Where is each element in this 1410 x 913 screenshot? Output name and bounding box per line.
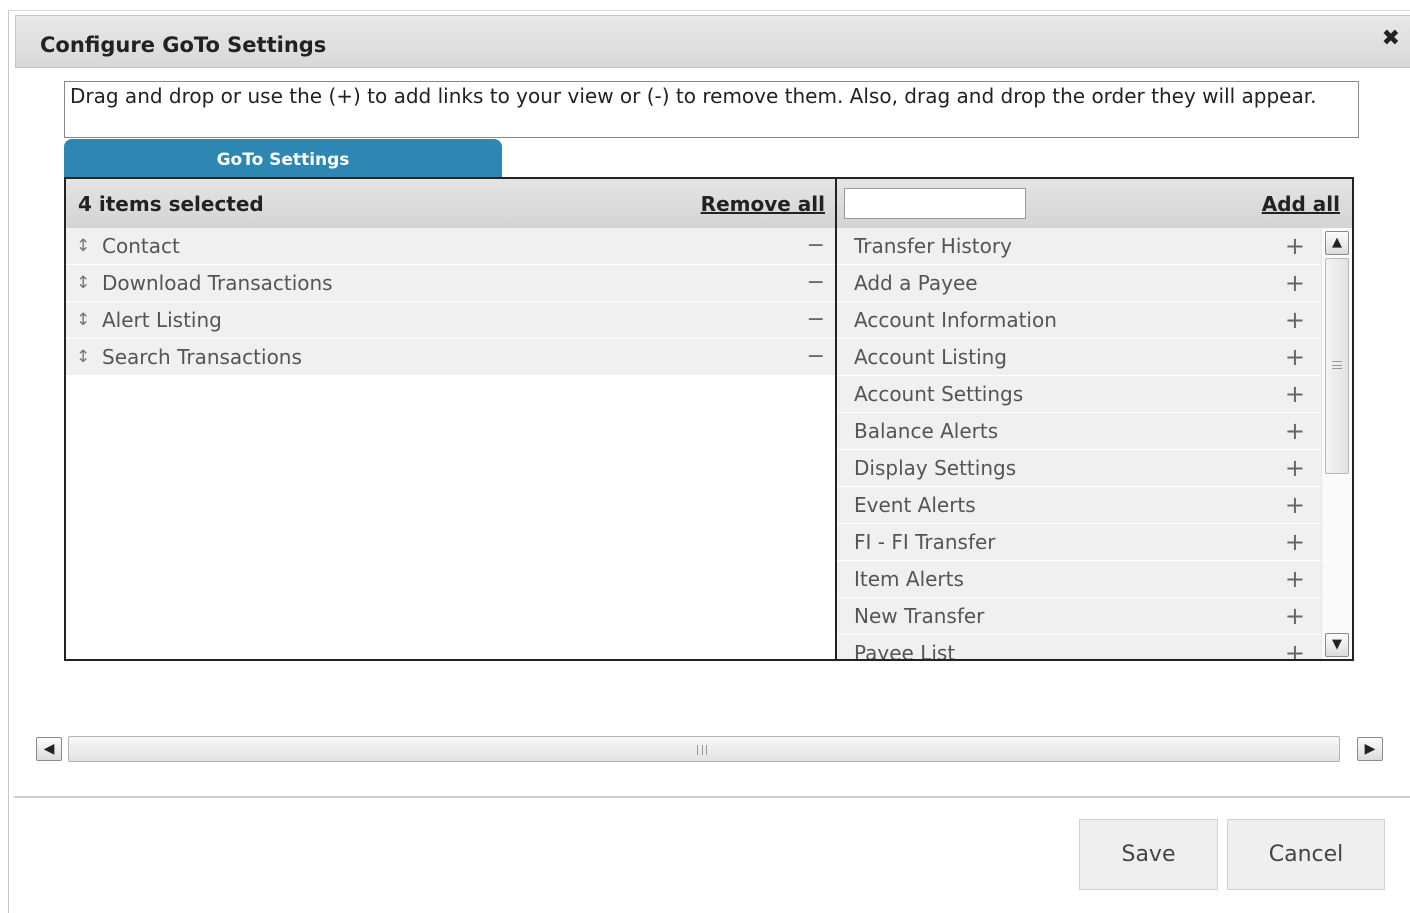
add-link-icon[interactable]: + [1285,339,1305,375]
available-link-row[interactable]: Account Settings + [837,376,1321,413]
add-link-icon[interactable]: + [1285,561,1305,597]
selected-link-row[interactable]: ↕ Search Transactions − [66,339,835,376]
available-link-row[interactable]: FI - FI Transfer + [837,524,1321,561]
available-link-row[interactable]: Balance Alerts + [837,413,1321,450]
add-link-icon[interactable]: + [1285,228,1305,264]
available-link-row[interactable]: Item Alerts + [837,561,1321,598]
save-button[interactable]: Save [1079,819,1218,890]
available-link-row[interactable]: Account Listing + [837,339,1321,376]
available-link-row[interactable]: Event Alerts + [837,487,1321,524]
selected-links-header: 4 items selected Remove all [66,179,835,228]
available-link-row[interactable]: Add a Payee + [837,265,1321,302]
horizontal-scroll-track[interactable] [68,736,1340,762]
available-link-label: Payee List [854,641,956,661]
selected-link-row[interactable]: ↕ Alert Listing − [66,302,835,339]
add-link-icon[interactable]: + [1285,635,1305,659]
available-link-label: Account Settings [854,382,1024,406]
available-link-label: Item Alerts [854,567,964,591]
available-link-label: New Transfer [854,604,985,628]
remove-link-icon[interactable]: − [807,302,825,338]
selected-link-label: Contact [102,234,180,258]
selected-link-label: Alert Listing [102,308,222,332]
add-link-icon[interactable]: + [1285,487,1305,523]
add-link-icon[interactable]: + [1285,302,1305,338]
scroll-up-button[interactable]: ▲ [1325,231,1349,255]
available-links-list: Transfer History + Add a Payee + Account Inf… [837,228,1321,661]
available-link-label: Transfer History [854,234,1012,258]
scroll-left-button[interactable]: ◀ [36,737,62,761]
horizontal-scrollbar[interactable]: ◀ ▶ [36,734,1388,764]
add-link-icon[interactable]: + [1285,598,1305,634]
drag-handle-icon[interactable]: ↕ [76,228,90,264]
dialog-titlebar: Configure GoTo Settings ✖ [15,15,1410,68]
vertical-scrollbar[interactable]: ▲ ▼ [1321,228,1352,659]
footer-divider [14,796,1410,798]
instructions-text: Drag and drop or use the (+) to add link… [64,81,1359,138]
add-link-icon[interactable]: + [1285,450,1305,486]
drag-handle-icon[interactable]: ↕ [76,265,90,301]
selected-link-row[interactable]: ↕ Contact − [66,228,835,265]
scroll-down-button[interactable]: ▼ [1325,633,1349,657]
cancel-button[interactable]: Cancel [1227,819,1385,890]
selected-links-list: ↕ Contact − ↕ Download Transactions − ↕ Alert L… [66,228,835,376]
scroll-right-button[interactable]: ▶ [1357,737,1383,761]
add-all-link[interactable]: Add all [1262,192,1340,216]
remove-link-icon[interactable]: − [807,339,825,375]
available-link-row[interactable]: Transfer History + [837,228,1321,265]
available-link-label: Account Listing [854,345,1007,369]
available-links-column: Add all Transfer History + Add a Payee + Acc… [837,179,1352,659]
selected-link-label: Download Transactions [102,271,333,295]
tab-goto-settings[interactable]: GoTo Settings [64,139,502,178]
available-link-label: Add a Payee [854,271,978,295]
available-link-label: Account Information [854,308,1057,332]
selected-link-label: Search Transactions [102,345,302,369]
drag-handle-icon[interactable]: ↕ [76,302,90,338]
available-links-header: Add all [837,179,1352,228]
remove-link-icon[interactable]: − [807,228,825,264]
dialog-title: Configure GoTo Settings [40,33,327,57]
add-link-icon[interactable]: + [1285,524,1305,560]
add-link-icon[interactable]: + [1285,376,1305,412]
available-link-row[interactable]: Payee List + [837,635,1321,661]
available-link-row[interactable]: New Transfer + [837,598,1321,635]
available-link-label: Balance Alerts [854,419,999,443]
selected-link-row[interactable]: ↕ Download Transactions − [66,265,835,302]
goto-settings-panel: 4 items selected Remove all ↕ Contact − ↕ Do… [64,177,1354,661]
close-icon[interactable]: ✖ [1382,28,1400,50]
remove-link-icon[interactable]: − [807,265,825,301]
available-link-row[interactable]: Display Settings + [837,450,1321,487]
selected-count-label: 4 items selected [78,192,264,216]
available-link-label: FI - FI Transfer [854,530,996,554]
filter-input[interactable] [844,188,1026,219]
available-link-label: Display Settings [854,456,1017,480]
add-link-icon[interactable]: + [1285,265,1305,301]
remove-all-link[interactable]: Remove all [701,192,825,216]
add-link-icon[interactable]: + [1285,413,1305,449]
selected-links-column: 4 items selected Remove all ↕ Contact − ↕ Do… [66,179,837,659]
available-link-row[interactable]: Account Information + [837,302,1321,339]
drag-handle-icon[interactable]: ↕ [76,339,90,375]
available-link-label: Event Alerts [854,493,976,517]
vertical-scroll-thumb[interactable] [1325,258,1349,474]
horizontal-scroll-thumb[interactable] [68,736,1340,762]
